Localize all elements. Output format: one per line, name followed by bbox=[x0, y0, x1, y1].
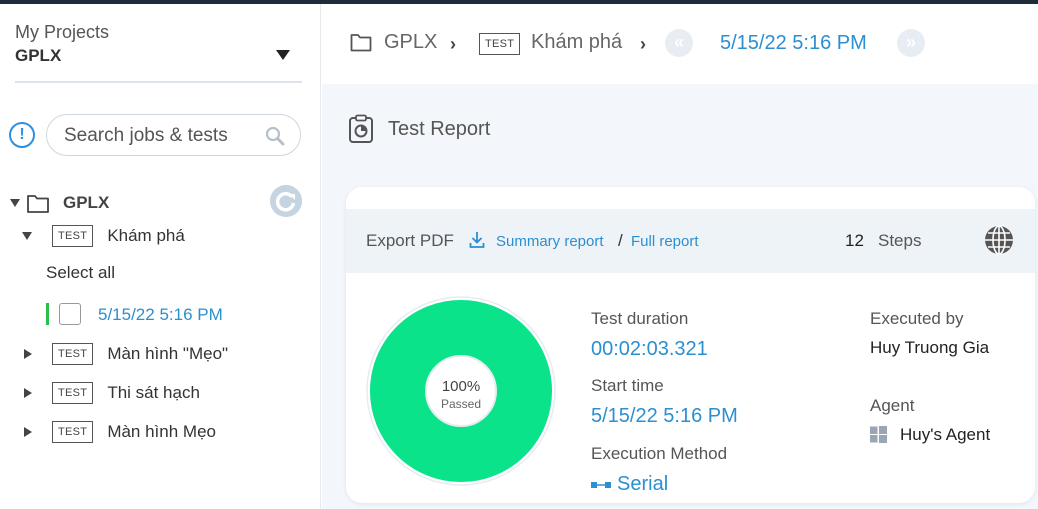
link-separator: / bbox=[618, 231, 623, 250]
executed-by-value: Huy Truong Gia bbox=[870, 338, 990, 357]
test-tag: TEST bbox=[52, 343, 94, 365]
main-content: GPLX › TEST Khám phá › « 5/15/22 5:16 PM… bbox=[322, 4, 1038, 509]
tree-item-label: Màn hình Mẹo bbox=[107, 422, 216, 441]
project-label: My Projects bbox=[15, 22, 110, 42]
tree-item-label: Màn hình "Mẹo" bbox=[107, 344, 229, 363]
divider bbox=[15, 81, 302, 83]
sidebar: My Projects GPLX ! GPLX TEST Khám phá Se… bbox=[0, 4, 321, 509]
select-all-link[interactable]: Select all bbox=[46, 263, 115, 283]
start-time-label: Start time bbox=[591, 376, 664, 395]
expand-caret-icon[interactable] bbox=[24, 388, 32, 398]
project-selector[interactable]: GPLX bbox=[15, 46, 61, 66]
chevron-down-icon[interactable] bbox=[276, 50, 290, 60]
tree-item-test[interactable]: TEST Màn hình Mẹo bbox=[24, 421, 216, 443]
execution-method-value: Serial bbox=[617, 473, 669, 495]
expand-caret-icon[interactable] bbox=[24, 427, 32, 437]
pass-rate-donut: 100% Passed bbox=[366, 296, 556, 486]
full-report-link[interactable]: Full report bbox=[631, 233, 699, 250]
report-icon bbox=[349, 114, 373, 143]
breadcrumb-folder[interactable]: GPLX bbox=[384, 31, 437, 54]
test-tag: TEST bbox=[52, 225, 94, 247]
windows-icon bbox=[870, 426, 887, 443]
export-pdf-button[interactable]: Export PDF bbox=[366, 231, 454, 251]
search-box[interactable] bbox=[46, 114, 301, 156]
expand-caret-icon[interactable] bbox=[22, 232, 32, 240]
steps-label: Steps bbox=[878, 231, 922, 250]
tree-item-test[interactable]: TEST Thi sát hạch bbox=[24, 382, 200, 404]
start-time-value: 5/15/22 5:16 PM bbox=[591, 405, 738, 427]
report-card-header: Export PDF Summary report / Full report … bbox=[346, 209, 1035, 273]
folder-icon bbox=[27, 195, 49, 213]
run-checkbox[interactable] bbox=[59, 303, 81, 325]
test-tag: TEST bbox=[52, 421, 94, 443]
tree-item-label: Thi sát hạch bbox=[107, 383, 200, 402]
refresh-icon[interactable] bbox=[270, 185, 302, 217]
info-icon[interactable]: ! bbox=[9, 122, 35, 148]
breadcrumb-test[interactable]: Khám phá bbox=[531, 31, 622, 54]
test-tag: TEST bbox=[479, 33, 521, 55]
tree-root-label: GPLX bbox=[63, 193, 110, 212]
download-icon[interactable] bbox=[469, 231, 485, 249]
run-item-label[interactable]: 5/15/22 5:16 PM bbox=[98, 305, 223, 325]
tree-root-gplx[interactable]: GPLX bbox=[10, 192, 109, 214]
duration-value: 00:02:03.321 bbox=[591, 338, 708, 360]
test-tag: TEST bbox=[52, 382, 94, 404]
next-run-button[interactable]: » bbox=[897, 29, 925, 57]
tree-item-label: Khám phá bbox=[107, 226, 185, 245]
pass-status: Passed bbox=[440, 397, 482, 411]
tree-item-test[interactable]: TEST Khám phá bbox=[22, 225, 185, 247]
agent-label: Agent bbox=[870, 396, 915, 415]
expand-caret-icon[interactable] bbox=[10, 199, 20, 207]
search-input[interactable] bbox=[64, 124, 254, 148]
execution-method-label: Execution Method bbox=[591, 444, 728, 463]
globe-icon[interactable] bbox=[983, 224, 1015, 256]
previous-run-button[interactable]: « bbox=[665, 29, 693, 57]
page-title: Test Report bbox=[388, 118, 491, 140]
selected-marker bbox=[46, 303, 49, 325]
chevron-right-icon: › bbox=[450, 34, 456, 54]
duration-label: Test duration bbox=[591, 309, 689, 328]
breadcrumb-run[interactable]: 5/15/22 5:16 PM bbox=[720, 32, 867, 55]
search-icon[interactable] bbox=[264, 125, 286, 147]
report-card: Export PDF Summary report / Full report … bbox=[346, 187, 1035, 503]
serial-icon bbox=[591, 482, 611, 488]
steps-count: 12 bbox=[845, 231, 864, 250]
pass-percent: 100% bbox=[441, 378, 481, 395]
tree-item-test[interactable]: TEST Màn hình "Mẹo" bbox=[24, 343, 228, 365]
breadcrumb: GPLX › TEST Khám phá › « 5/15/22 5:16 PM… bbox=[322, 4, 1038, 84]
executed-by-label: Executed by bbox=[870, 309, 964, 328]
chevron-right-icon: › bbox=[640, 34, 646, 54]
summary-report-link[interactable]: Summary report bbox=[496, 233, 604, 250]
folder-icon bbox=[350, 34, 372, 52]
expand-caret-icon[interactable] bbox=[24, 349, 32, 359]
agent-value: Huy's Agent bbox=[900, 425, 991, 444]
